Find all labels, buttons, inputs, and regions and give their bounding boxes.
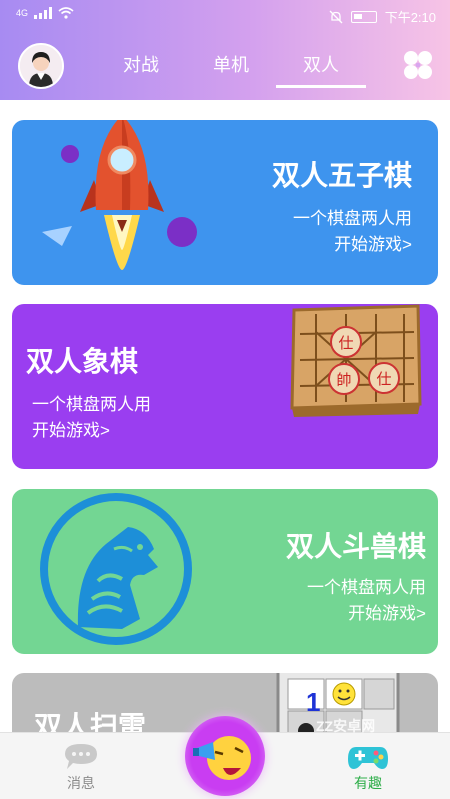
card-title: 双人象棋 <box>26 346 139 377</box>
nav-messages[interactable]: 消息 <box>36 741 126 793</box>
card-subtitle: 一个棋盘两人用 <box>293 209 412 228</box>
avatar[interactable] <box>18 43 64 89</box>
app-header: 4G 下午2:10 对战 单机 双人 <box>0 0 450 100</box>
tiger-icon <box>40 493 192 645</box>
svg-text:帥: 帥 <box>336 371 351 389</box>
nav-fun-label: 有趣 <box>354 775 382 791</box>
center-action-button[interactable] <box>185 716 265 796</box>
start-game-link[interactable]: 开始游戏> <box>32 416 110 441</box>
rocket-icon <box>42 120 197 270</box>
battery-icon <box>350 10 377 23</box>
card-xiangqi[interactable]: 双人象棋 一个棋盘两人用 开始游戏> 仕 帥 仕 <box>12 304 438 469</box>
tab-battle[interactable]: 对战 <box>96 52 186 88</box>
clover-menu-icon[interactable] <box>402 49 434 81</box>
svg-text:仕: 仕 <box>376 370 391 388</box>
clock: 下午2:10 <box>384 10 436 25</box>
start-game-link[interactable]: 开始游戏> <box>348 599 426 624</box>
svg-text:仕: 仕 <box>338 334 353 352</box>
status-bar: 4G 下午2:10 <box>0 0 450 30</box>
card-title: 双人斗兽棋 <box>285 531 426 562</box>
chess-board-icon: 仕 帥 仕 <box>290 304 422 417</box>
tab-two-player[interactable]: 双人 <box>276 52 366 88</box>
card-animal-chess[interactable]: 双人斗兽棋 一个棋盘两人用 开始游戏> <box>12 489 438 654</box>
card-gomoku[interactable]: 双人五子棋 一个棋盘两人用 开始游戏> <box>12 120 438 285</box>
user-avatar-icon <box>20 45 62 87</box>
card-subtitle: 一个棋盘两人用 <box>32 395 151 414</box>
nav-fun[interactable]: 有趣 <box>323 741 413 793</box>
chat-bubble-icon <box>65 744 97 769</box>
wifi-icon <box>58 7 74 19</box>
card-subtitle: 一个棋盘两人用 <box>307 578 426 597</box>
nav-messages-label: 消息 <box>67 775 95 791</box>
start-game-link[interactable]: 开始游戏> <box>334 230 412 255</box>
tab-single[interactable]: 单机 <box>186 52 276 88</box>
minesweeper-number: 1 <box>306 687 321 717</box>
watermark: ZZ安卓网 <box>316 718 376 734</box>
shouting-face-icon <box>193 736 251 780</box>
mode-tabs: 对战 单机 双人 <box>96 52 366 88</box>
card-title: 双人五子棋 <box>271 160 412 191</box>
network-type: 4G <box>16 8 29 18</box>
gamepad-icon <box>348 747 388 769</box>
mute-bell-icon <box>329 10 343 23</box>
signal-icon <box>34 7 53 19</box>
